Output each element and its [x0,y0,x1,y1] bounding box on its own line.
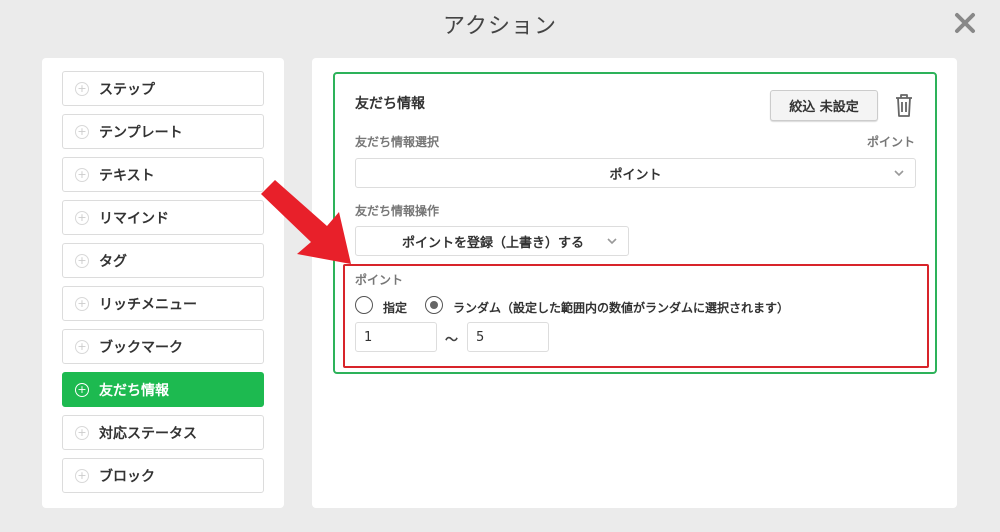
sidebar-item-rich-menu[interactable]: + リッチメニュー [62,286,264,321]
friend-info-select[interactable]: ポイント [355,158,916,188]
range-tilde: ～ [445,333,459,348]
plus-circle-icon: + [75,296,89,311]
friend-info-action-card: 友だち情報 絞込 未設定 友だち情報選択 ポイント ポイント 友だち情報操作 ポ… [333,72,937,374]
sidebar-item-label: 対応ステータス [99,425,197,442]
sidebar-item-tag[interactable]: + タグ [62,243,264,278]
sidebar-item-friend-info[interactable]: + 友だち情報 [62,372,264,407]
select-value: ポイント [609,167,662,183]
plus-circle-icon: + [75,167,89,182]
plus-circle-icon: + [75,425,89,440]
plus-circle-icon: + [75,210,89,225]
close-icon[interactable] [952,10,978,36]
sidebar-item-label: リッチメニュー [99,296,197,313]
filter-button[interactable]: 絞込 未設定 [770,90,878,121]
action-detail-panel: 友だち情報 絞込 未設定 友だち情報選択 ポイント ポイント 友だち情報操作 ポ… [312,58,957,508]
plus-circle-icon: + [75,253,89,268]
modal-title: アクション [443,14,557,39]
operation-value: ポイントを登録（上書き）する [402,235,585,251]
points-min-input[interactable]: 1 [355,322,437,352]
points-label: ポイント [355,273,404,287]
sidebar-item-remind[interactable]: + リマインド [62,200,264,235]
radio-random-label: ランダム（設定した範囲内の数値がランダムに選択されます） [453,301,790,315]
chevron-down-icon [894,170,904,177]
plus-circle-icon: + [75,382,89,397]
operation-select[interactable]: ポイントを登録（上書き）する [355,226,629,256]
card-title: 友だち情報 [355,96,425,112]
plus-circle-icon: + [75,468,89,483]
sidebar-item-template[interactable]: + テンプレート [62,114,264,149]
radio-fixed[interactable] [355,296,373,314]
points-setting-box: ポイント 指定 ランダム（設定した範囲内の数値がランダムに選択されます） 1 ～… [343,264,929,368]
sidebar-item-bookmark[interactable]: + ブックマーク [62,329,264,364]
select-label: 友だち情報選択 [355,135,440,149]
plus-circle-icon: + [75,339,89,354]
sidebar-item-label: テキスト [99,167,155,184]
pointer-arrow-icon [261,180,351,264]
sidebar-item-label: リマインド [99,210,169,227]
plus-circle-icon: + [75,124,89,139]
points-max-input[interactable]: 5 [467,322,549,352]
sidebar-item-label: ステップ [99,81,155,98]
action-type-sidebar: + ステップ + テンプレート + テキスト + リマインド + タグ + リッチメニュー … [42,58,284,508]
select-right-label: ポイント [866,135,915,149]
sidebar-item-label: テンプレート [99,124,183,141]
sidebar-item-block[interactable]: + ブロック [62,458,264,493]
sidebar-item-label: ブックマーク [99,339,183,356]
sidebar-item-response-status[interactable]: + 対応ステータス [62,415,264,450]
sidebar-item-label: 友だち情報 [99,382,169,399]
sidebar-item-step[interactable]: + ステップ [62,71,264,106]
radio-random[interactable] [425,296,443,314]
chevron-down-icon [607,238,617,245]
plus-circle-icon: + [75,81,89,96]
sidebar-item-label: タグ [99,253,127,270]
radio-fixed-label: 指定 [383,301,408,315]
sidebar-item-text[interactable]: + テキスト [62,157,264,192]
sidebar-item-label: ブロック [99,468,155,485]
trash-icon[interactable] [893,92,915,118]
operation-label: 友だち情報操作 [355,204,440,218]
